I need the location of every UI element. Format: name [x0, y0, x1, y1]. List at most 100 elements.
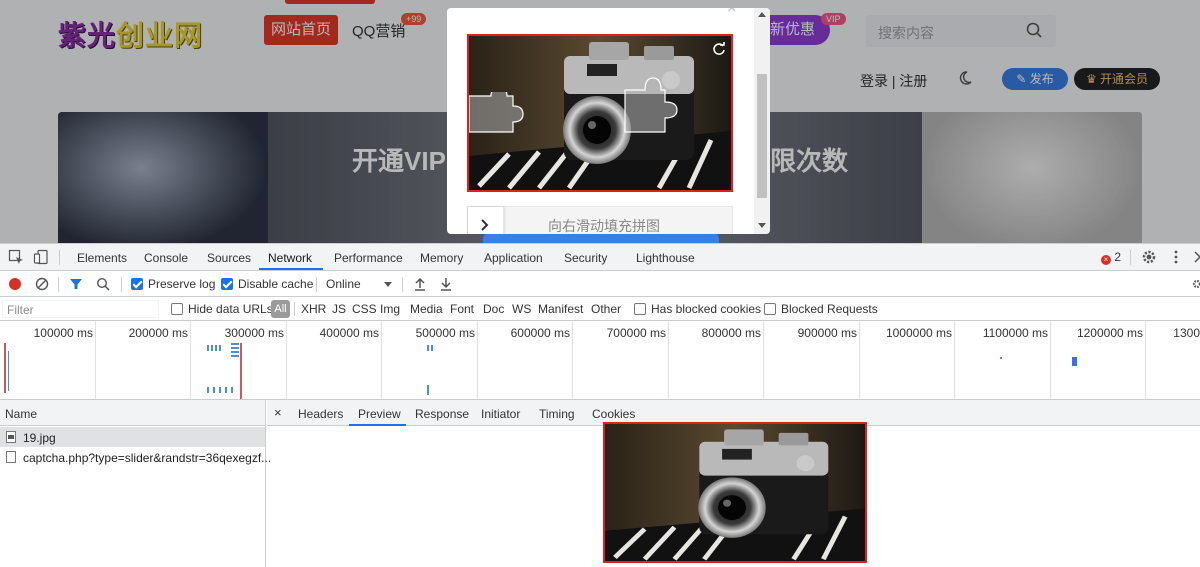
- blue-button-edge: [483, 233, 719, 243]
- filter-icon[interactable]: [69, 277, 83, 291]
- timeline-tick-label: 600000 ms: [510, 326, 570, 340]
- blocked-cookies-label: Has blocked cookies: [651, 302, 762, 316]
- network-settings-icon[interactable]: [1192, 277, 1200, 291]
- tab-security[interactable]: Security: [564, 251, 607, 265]
- chevron-right-icon: [481, 219, 489, 231]
- filter-placeholder: Filter: [7, 303, 34, 317]
- preserve-log-label: Preserve log: [148, 277, 216, 291]
- device-toolbar-icon[interactable]: [33, 249, 49, 265]
- scroll-thumb[interactable]: [757, 74, 767, 198]
- toolbar-divider: [121, 277, 122, 292]
- puzzle-target-slot: [624, 77, 678, 133]
- filter-type-all[interactable]: All: [271, 300, 290, 318]
- tab-lighthouse[interactable]: Lighthouse: [636, 251, 695, 265]
- timeline-gridline: [668, 321, 669, 399]
- timeline-request-mark: [4, 343, 6, 393]
- timeline-gridline: [859, 321, 860, 399]
- close-icon[interactable]: ×: [727, 8, 736, 18]
- timeline-request-mark: [231, 343, 239, 357]
- timeline-request-mark: [207, 345, 221, 351]
- close-icon[interactable]: ×: [274, 405, 282, 420]
- clear-icon[interactable]: [35, 277, 49, 291]
- tab-response[interactable]: Response: [415, 407, 469, 421]
- tab-headers[interactable]: Headers: [298, 407, 343, 421]
- close-devtools-icon[interactable]: [1192, 249, 1200, 265]
- filter-type-media[interactable]: Media: [410, 302, 443, 316]
- timeline-tick-label: 700000 ms: [606, 326, 666, 340]
- hide-data-urls-checkbox[interactable]: [171, 303, 183, 315]
- devtools-tab-bar: Elements Console Sources Network Perform…: [0, 244, 1200, 271]
- tab-console[interactable]: Console: [144, 251, 188, 265]
- scroll-down-icon[interactable]: [758, 223, 766, 228]
- filter-type-manifest[interactable]: Manifest: [538, 302, 583, 316]
- request-list: Name 19.jpg captcha.php?type=slider&rand…: [0, 400, 271, 567]
- timeline-gridline: [763, 321, 764, 399]
- inspect-element-icon[interactable]: [8, 249, 24, 265]
- filter-type-js[interactable]: JS: [332, 302, 346, 316]
- timeline-tick-label: 1300: [1173, 326, 1200, 340]
- tab-network[interactable]: Network: [268, 251, 312, 265]
- timeline-request-mark: [427, 345, 435, 351]
- timeline-gridline: [477, 321, 478, 399]
- network-filter-bar: Filter Hide data URLs All XHR JS CSS Img…: [0, 297, 1200, 321]
- captcha-puzzle-image: [467, 34, 733, 192]
- timeline-request-mark: [1000, 357, 1002, 359]
- name-column-header[interactable]: Name: [0, 400, 265, 426]
- filter-type-font[interactable]: Font: [450, 302, 474, 316]
- preserve-log-checkbox[interactable]: [131, 278, 143, 290]
- network-overview-timeline[interactable]: 100000 ms 200000 ms 300000 ms 400000 ms …: [0, 321, 1200, 400]
- image-preview: [603, 422, 867, 563]
- timeline-gridline: [572, 321, 573, 399]
- tab-application[interactable]: Application: [484, 251, 543, 265]
- filter-type-other[interactable]: Other: [591, 302, 621, 316]
- record-button[interactable]: [9, 278, 21, 290]
- error-counter[interactable]: × 2: [1101, 250, 1121, 265]
- filter-type-doc[interactable]: Doc: [483, 302, 504, 316]
- camera-photo-preview: [605, 424, 865, 561]
- tab-performance[interactable]: Performance: [334, 251, 403, 265]
- refresh-icon[interactable]: [712, 42, 726, 56]
- tab-preview[interactable]: Preview: [358, 407, 401, 421]
- more-options-icon[interactable]: [1168, 249, 1184, 265]
- toolbar-divider: [58, 277, 59, 292]
- timeline-tick-label: 100000 ms: [33, 326, 93, 340]
- puzzle-piece[interactable]: [469, 92, 529, 136]
- tab-cookies[interactable]: Cookies: [592, 407, 635, 421]
- tab-elements[interactable]: Elements: [77, 251, 127, 265]
- timeline-request-mark: [207, 387, 237, 393]
- modal-scrollbar[interactable]: [754, 8, 770, 234]
- slider-handle[interactable]: [468, 207, 504, 234]
- search-icon[interactable]: [96, 277, 110, 291]
- request-row[interactable]: captcha.php?type=slider&randstr=36qexegz…: [0, 447, 271, 467]
- filter-input[interactable]: Filter: [2, 300, 159, 318]
- tab-memory[interactable]: Memory: [420, 251, 463, 265]
- captcha-slider-track[interactable]: 向右滑动填充拼图: [467, 206, 733, 234]
- hide-data-urls-label: Hide data URLs: [188, 302, 273, 316]
- request-name: 19.jpg: [23, 431, 56, 445]
- toolbar-divider: [59, 250, 60, 265]
- timeline-request-mark: [1072, 357, 1077, 366]
- chevron-down-icon[interactable]: [384, 282, 392, 287]
- export-har-icon[interactable]: [440, 277, 452, 291]
- filter-type-ws[interactable]: WS: [512, 302, 531, 316]
- disable-cache-checkbox[interactable]: [221, 278, 233, 290]
- timeline-gridline: [954, 321, 955, 399]
- filter-type-css[interactable]: CSS: [352, 302, 377, 316]
- request-row[interactable]: 19.jpg: [0, 427, 265, 447]
- gear-icon[interactable]: [1141, 249, 1157, 265]
- import-har-icon[interactable]: [414, 277, 426, 291]
- active-detail-tab-indicator: [349, 424, 406, 426]
- scroll-up-icon[interactable]: [758, 12, 766, 17]
- filter-type-img[interactable]: Img: [380, 302, 400, 316]
- document-file-icon: [6, 451, 16, 463]
- tab-initiator[interactable]: Initiator: [481, 407, 520, 421]
- tab-timing[interactable]: Timing: [539, 407, 575, 421]
- timeline-tick-label: 500000 ms: [415, 326, 475, 340]
- throttling-select[interactable]: Online: [326, 277, 361, 291]
- filter-type-xhr[interactable]: XHR: [301, 302, 326, 316]
- tab-sources[interactable]: Sources: [207, 251, 251, 265]
- toolbar-divider: [294, 302, 295, 316]
- blocked-requests-checkbox[interactable]: [764, 303, 776, 315]
- timeline-gridline: [286, 321, 287, 399]
- blocked-cookies-checkbox[interactable]: [634, 303, 646, 315]
